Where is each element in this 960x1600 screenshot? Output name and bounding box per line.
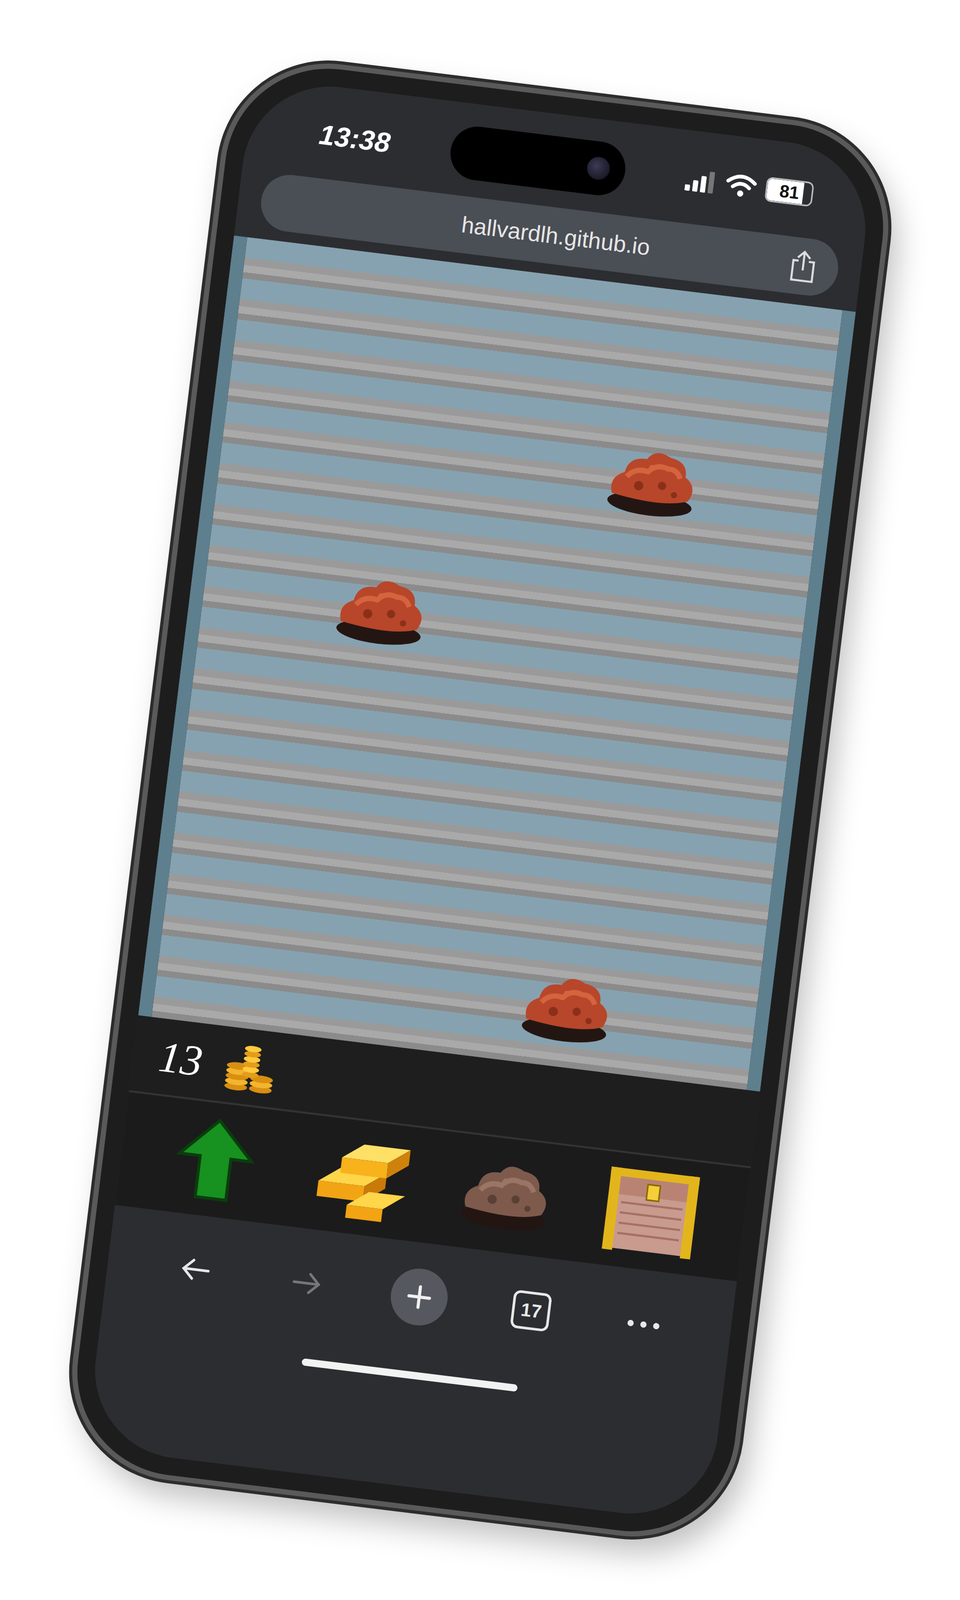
copper-ore[interactable] [512,963,620,1053]
phone: 13:3881hallvardlh.github.io1317 [59,51,901,1550]
back-arrow-icon [175,1252,215,1288]
copper-ore[interactable] [327,566,435,655]
copper-ore[interactable] [598,437,706,527]
chest-button[interactable] [592,1159,708,1270]
share-icon[interactable] [786,248,819,285]
tabs-button[interactable]: 17 [493,1273,569,1349]
gold-bars-icon [303,1128,417,1229]
ore-icon[interactable] [451,1151,559,1241]
signal-icon [683,168,718,195]
home-indicator [301,1358,518,1393]
gold-button[interactable] [302,1123,418,1234]
game-canvas[interactable] [138,235,856,1092]
forward-button[interactable] [269,1246,345,1322]
clock: 13:38 [316,118,392,159]
back-button[interactable] [157,1232,233,1308]
tab-count: 17 [509,1289,553,1333]
wifi-icon [724,172,758,200]
page: 13:3881hallvardlh.github.io1317 [0,0,960,1600]
ore-rock-icon[interactable] [327,566,435,655]
coin-count: 13 [156,1031,206,1087]
ore-rock-icon[interactable] [512,963,620,1053]
ore-rock-icon[interactable] [598,437,706,527]
chest-icon [598,1164,702,1264]
dynamic-island [447,123,629,199]
screen: 13:3881hallvardlh.github.io1317 [84,76,876,1525]
more-icon [624,1317,662,1333]
upgrade-button[interactable] [157,1105,272,1216]
new-tab-button[interactable] [381,1259,457,1335]
forward-arrow-icon [287,1266,327,1302]
plus-icon [387,1265,451,1330]
battery-icon: 81 [764,176,815,208]
battery-level: 81 [778,180,800,203]
ore-button[interactable] [447,1140,563,1252]
status-icons: 81 [683,166,815,208]
coins-icon [219,1035,283,1100]
upgrade-arrow-icon [168,1111,262,1210]
more-button[interactable] [605,1287,681,1363]
camera-icon [585,155,612,181]
